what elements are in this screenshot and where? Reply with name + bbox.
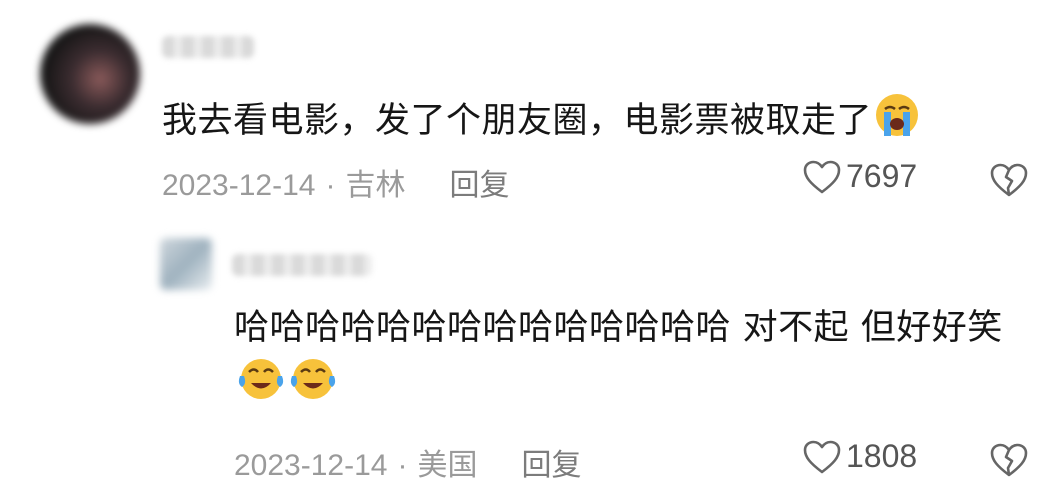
comment-text: 哈哈哈哈哈哈哈哈哈哈哈哈哈哈 对不起 但好好笑 <box>234 300 1044 419</box>
dislike-button[interactable] <box>988 442 1030 482</box>
meta-separator: · <box>397 449 408 482</box>
broken-heart-icon <box>990 443 1028 477</box>
like-count: 1808 <box>846 438 918 474</box>
comment-meta: 2023-12-14 · 吉林 回复 <box>162 160 509 204</box>
dislike-button[interactable] <box>988 162 1030 202</box>
avatar[interactable] <box>40 24 140 124</box>
reply-button[interactable]: 回复 <box>449 169 509 202</box>
comment-text: 我去看电影，发了个朋友圈，电影票被取走了 <box>162 92 920 155</box>
broken-heart-icon <box>990 163 1028 197</box>
username-blurred[interactable] <box>162 36 254 58</box>
comment-date: 2023-12-14 <box>234 449 388 482</box>
avatar[interactable] <box>160 238 212 290</box>
meta-separator: · <box>325 169 336 202</box>
heart-outline-icon <box>803 160 841 193</box>
username-blurred[interactable] <box>232 254 372 276</box>
reply-button[interactable]: 回复 <box>521 449 581 482</box>
like-button[interactable]: 1808 <box>802 438 917 475</box>
tears-of-joy-emoji <box>236 356 286 419</box>
comment-meta: 2023-12-14 · 美国 回复 <box>234 440 581 484</box>
heart-outline-icon <box>803 440 841 473</box>
comment-text-content: 哈哈哈哈哈哈哈哈哈哈哈哈哈哈 对不起 但好好笑 <box>234 308 1003 348</box>
comment-location: 吉林 <box>345 169 406 202</box>
tears-of-joy-emoji <box>288 356 338 419</box>
crying-face-emoji <box>874 92 920 155</box>
comment-text-content: 我去看电影，发了个朋友圈，电影票被取走了 <box>162 101 873 141</box>
comment-date: 2023-12-14 <box>162 169 316 202</box>
comment-location: 美国 <box>417 449 478 482</box>
like-count: 7697 <box>846 158 918 194</box>
like-button[interactable]: 7697 <box>802 158 917 195</box>
